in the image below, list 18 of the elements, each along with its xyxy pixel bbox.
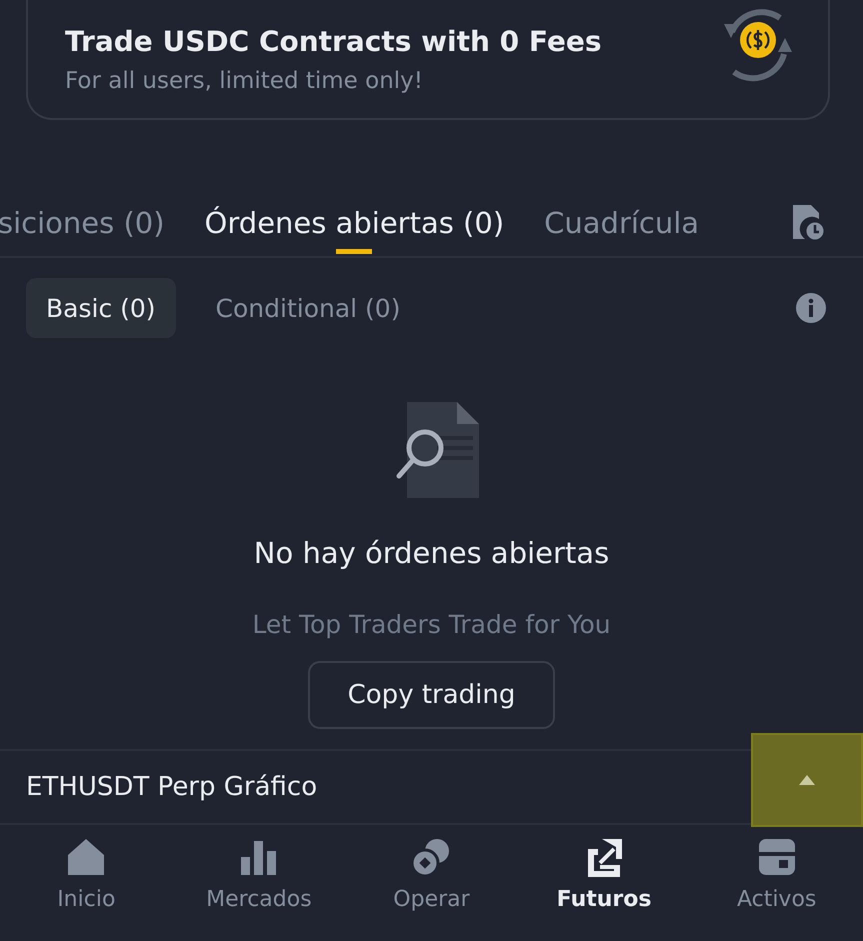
nav-tab[interactable]: Operar [356,835,506,941]
filter-tab[interactable]: Conditional (0) [196,278,420,338]
promo-title: Trade USDC Contracts with 0 Fees [65,25,602,58]
nav-tab[interactable]: Activos [702,835,852,941]
empty-title: No hay órdenes abiertas [254,536,610,570]
copy-trading-button[interactable]: Copy trading [308,661,556,729]
promo-card[interactable]: Trade USDC Contracts with 0 Fees For all users, limited time only! [26,0,830,120]
nav-tab[interactable]: Mercados [184,835,334,941]
info-icon[interactable] [795,292,827,324]
filter-tab[interactable]: Basic (0) [26,278,176,338]
chart-label: ETHUSDT Perp Gráfico [26,772,318,802]
nav-tab[interactable]: Futuros [529,835,680,941]
promo-subtitle: For all users, limited time only! [65,68,424,94]
caret-icon [798,774,816,786]
tab[interactable]: Órdenes abiertas (0) [204,190,504,256]
tab[interactable]: Cuadrícula [544,190,700,256]
nav-tab[interactable]: Inicio [11,835,162,941]
empty-hint: Let Top Traders Trade for You [252,610,611,639]
